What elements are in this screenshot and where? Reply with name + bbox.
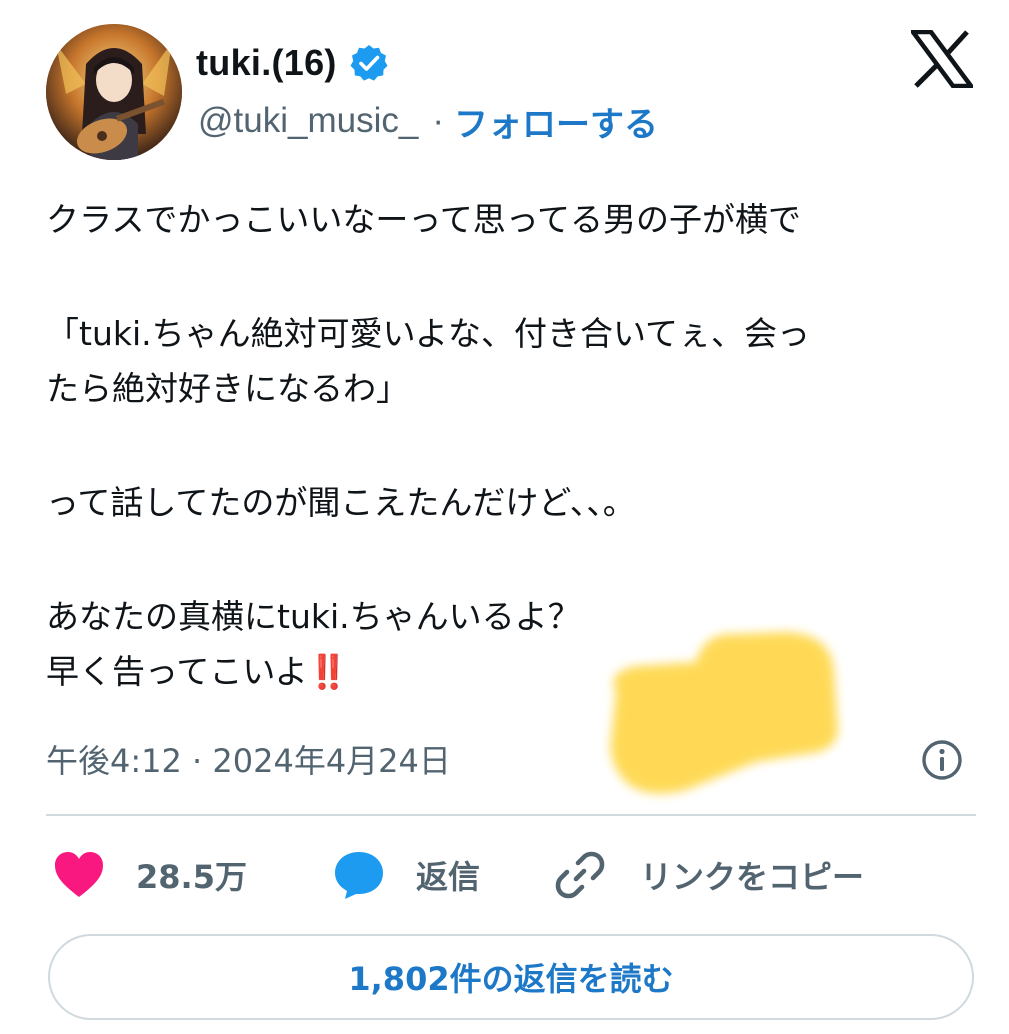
- tweet-last-line: 早く告ってこいよ‼️: [46, 644, 966, 699]
- copy-link-button[interactable]: リンクをコピー: [554, 842, 864, 908]
- tweet-timestamp[interactable]: 午後4:12 · 2024年4月24日: [46, 736, 451, 782]
- author-handle[interactable]: @tuki_music_: [198, 101, 418, 141]
- author-name-row: tuki.(16): [196, 38, 389, 88]
- copy-link-label: リンクをコピー: [640, 858, 865, 896]
- double-exclamation-emoji: ‼️: [307, 652, 349, 691]
- tweet-card: tuki.(16) @tuki_music_ · フォローする クラスでかっこい…: [0, 0, 1009, 1034]
- author-handle-row: @tuki_music_ · フォローする: [198, 96, 658, 146]
- reply-label: 返信: [416, 858, 481, 896]
- tweet-line-gap: [46, 416, 966, 475]
- handle-separator: ·: [432, 101, 444, 140]
- x-logo-icon[interactable]: [911, 30, 973, 88]
- tweet-body: クラスでかっこいいなーって思ってる男の子が横で 「tuki.ちゃん絶対可愛いよな…: [46, 192, 966, 699]
- tweet-line: 「tuki.ちゃん絶対可愛いよな、付き合いてぇ、会っ: [46, 314, 810, 353]
- speech-bubble-icon: [335, 852, 383, 899]
- author-avatar[interactable]: [46, 24, 182, 160]
- verified-badge-icon: [350, 45, 388, 81]
- tweet-line: 早く告ってこいよ: [46, 652, 308, 691]
- like-button[interactable]: 28.5万: [52, 842, 247, 908]
- divider: [46, 814, 976, 816]
- tweet-line: クラスでかっこいいなーって思ってる男の子が横で: [46, 200, 802, 239]
- tweet-actions: 28.5万 返信 リンクをコピー: [46, 842, 976, 908]
- like-count: 28.5万: [136, 858, 247, 896]
- tweet-line: って話してたのが聞こえたんだけど、、。: [46, 483, 636, 522]
- read-replies-button[interactable]: 1,802件の返信を読む: [48, 934, 974, 1020]
- tweet-line-gap: [46, 530, 966, 589]
- tweet-line-gap: [46, 247, 966, 306]
- follow-button[interactable]: フォローする: [454, 97, 658, 146]
- link-icon: [555, 851, 605, 899]
- tweet-line: たら絶対好きになるわ」: [46, 369, 409, 408]
- heart-icon: [55, 852, 103, 897]
- reply-button[interactable]: 返信: [332, 842, 480, 908]
- read-replies-label: 1,802件の返信を読む: [348, 960, 674, 998]
- author-display-name[interactable]: tuki.(16): [196, 42, 337, 84]
- avatar-illustration: [46, 24, 182, 160]
- tweet-timestamp-row: 午後4:12 · 2024年4月24日: [46, 733, 451, 785]
- tweet-line: あなたの真横にtuki.ちゃんいるよ？: [46, 597, 581, 636]
- info-icon[interactable]: [920, 738, 964, 782]
